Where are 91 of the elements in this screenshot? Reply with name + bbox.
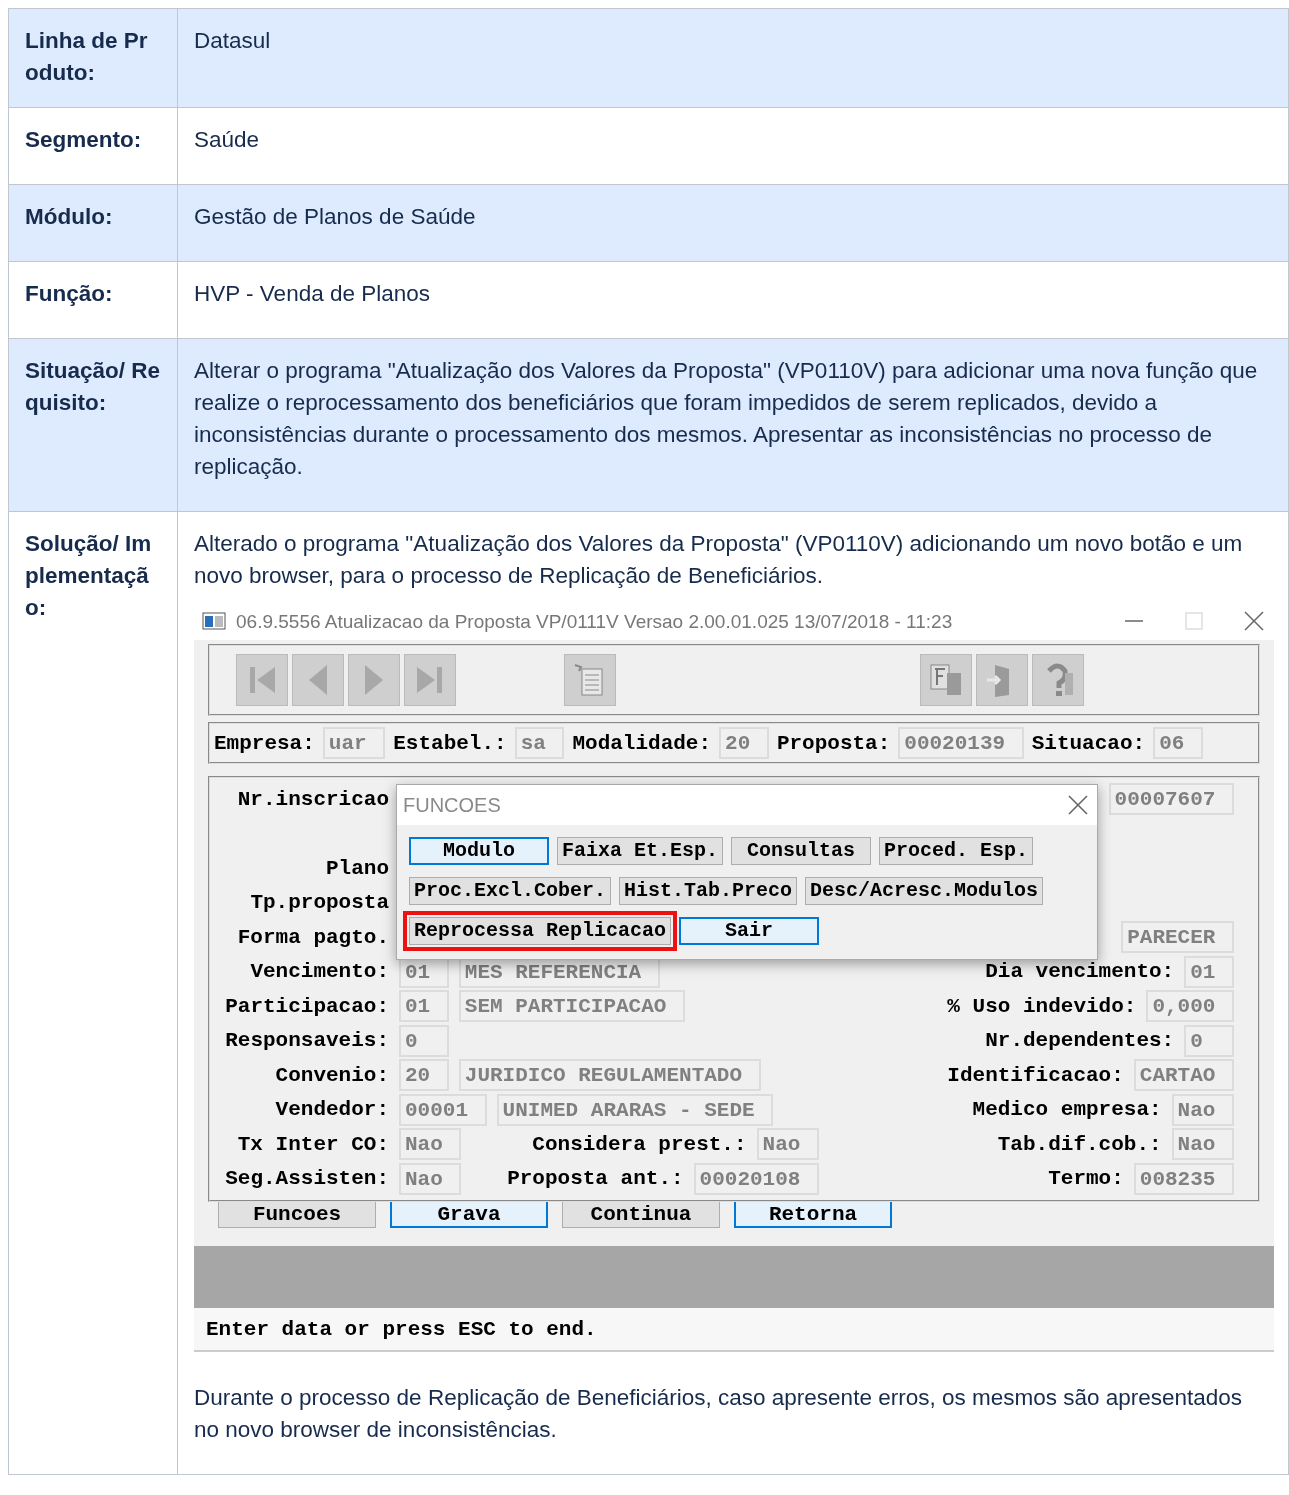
function-button[interactable]: Modulo xyxy=(409,837,549,865)
form-field[interactable]: 20 xyxy=(719,727,769,759)
form-field[interactable]: CARTAO xyxy=(1133,1059,1234,1092)
form-field[interactable]: Nao xyxy=(1171,1093,1234,1126)
field-label: Empresa: xyxy=(214,732,315,754)
field-label: Considera prest.: xyxy=(531,1133,747,1155)
function-button[interactable]: Hist.Tab.Preco xyxy=(619,877,798,905)
form-field[interactable]: 00020108 xyxy=(693,1162,819,1195)
description-text: Saúde xyxy=(194,126,261,154)
close-icon[interactable] xyxy=(1242,609,1266,633)
field-label: Modalidade: xyxy=(572,732,712,754)
field-label: Vendedor: xyxy=(274,1099,389,1121)
row-label: Função: xyxy=(25,280,114,308)
row-label: Situação/ Requisito: xyxy=(25,357,161,417)
description-text: Datasul xyxy=(194,27,272,55)
status-text: Enter data or press ESC to end. xyxy=(206,1318,597,1340)
last-record-icon[interactable] xyxy=(404,654,456,706)
form-field[interactable]: 06 xyxy=(1153,727,1203,759)
form-field[interactable]: SEM PARTICIPACAO xyxy=(458,990,686,1023)
description-text: Durante o processo de Replicação de Beneficiários, caso apresente erros, os mesmos são apresentados no novo browser de inconsistências. xyxy=(194,1384,1244,1444)
field-label: Dia vencimento: xyxy=(984,961,1175,983)
form-field[interactable]: uar xyxy=(322,727,386,759)
form-field[interactable]: JURIDICO REGULAMENTADO xyxy=(458,1059,761,1092)
action-button[interactable]: Retorna xyxy=(734,1200,892,1228)
form-field[interactable]: PARECER xyxy=(1121,921,1234,954)
form-field[interactable]: 0,000 xyxy=(1146,990,1234,1023)
function-button[interactable]: Proc.Excl.Cober. xyxy=(409,877,612,905)
action-button[interactable]: Funcoes xyxy=(218,1200,376,1228)
action-button[interactable]: Continua xyxy=(562,1200,720,1228)
field-label: Seg.Assisten: xyxy=(224,1168,389,1190)
dialog-title: FUNCOES xyxy=(403,795,502,815)
row-label: Solução/ Implementação: xyxy=(25,530,153,622)
field-label: Tab.dif.cob.: xyxy=(996,1133,1162,1155)
field-label: % Uso indevido: xyxy=(946,995,1137,1017)
function-button[interactable]: Sair xyxy=(679,917,820,945)
row-label: Segmento: xyxy=(25,126,143,154)
form-field[interactable]: 00020139 xyxy=(898,727,1024,759)
door-icon[interactable] xyxy=(976,654,1028,706)
form-field[interactable]: 00001 xyxy=(399,1093,487,1126)
letter-f-icon[interactable] xyxy=(920,654,972,706)
function-button[interactable]: Proced. Esp. xyxy=(879,837,1034,865)
field-label: Termo: xyxy=(1047,1168,1124,1190)
field-label: Situacao: xyxy=(1031,732,1146,754)
previous-icon[interactable] xyxy=(292,654,344,706)
form-field[interactable]: Nao xyxy=(399,1128,462,1161)
first-record-icon[interactable] xyxy=(236,654,288,706)
description-text: Gestão de Planos de Saúde xyxy=(194,203,477,231)
form-field[interactable]: Nao xyxy=(399,1162,462,1195)
close-icon[interactable] xyxy=(1067,794,1089,816)
form-field[interactable]: Nao xyxy=(1171,1128,1234,1161)
form-field[interactable]: Nao xyxy=(756,1128,819,1161)
form-field[interactable]: UNIMED ARARAS - SEDE xyxy=(496,1093,774,1126)
field-label: Medico empresa: xyxy=(971,1099,1162,1121)
maximize-icon[interactable] xyxy=(1182,609,1206,633)
form-field[interactable]: 01 xyxy=(1184,955,1234,988)
field-label: Tp.proposta xyxy=(249,892,389,914)
field-label: Estabel.: xyxy=(393,732,507,754)
next-icon[interactable] xyxy=(348,654,400,706)
function-button[interactable]: Desc/Acresc.Modulos xyxy=(805,877,1044,905)
field-label: Forma pagto. xyxy=(236,926,389,948)
form-field[interactable]: 0 xyxy=(1184,1024,1234,1057)
field-label: Proposta ant.: xyxy=(506,1168,684,1190)
form-field[interactable]: 0 xyxy=(399,1024,449,1057)
field-label: Participacao: xyxy=(224,995,389,1017)
form-field[interactable]: 01 xyxy=(399,990,449,1023)
action-button[interactable]: Grava xyxy=(390,1200,548,1228)
form-field[interactable]: 008235 xyxy=(1133,1162,1234,1195)
field-label: Tx Inter CO: xyxy=(236,1133,389,1155)
field-label: Responsaveis: xyxy=(224,1030,389,1052)
form-field[interactable]: sa xyxy=(514,727,565,759)
form-field[interactable]: 00007607 xyxy=(1108,783,1234,816)
row-label: Linha de Produto: xyxy=(25,27,149,87)
window-title: 06.9.5556 Atualizacao da Proposta VP/0111V Versao 2.00.01.025 13/07/2018 - 11:23 xyxy=(236,611,954,631)
field-label: Convenio: xyxy=(274,1064,389,1086)
help-icon[interactable] xyxy=(1032,654,1084,706)
field-label: Plano xyxy=(325,857,389,879)
description-text: HVP - Venda de Planos xyxy=(194,280,431,308)
description-text: Alterado o programa "Atualização dos Valores da Proposta" (VP0110V) adicionando um novo botão e um novo browser, para o processo de Replicação de Beneficiários. xyxy=(194,530,1244,590)
app-icon xyxy=(202,611,226,631)
function-button[interactable]: Faixa Et.Esp. xyxy=(557,837,724,865)
function-button[interactable]: Reprocessa Replicacao xyxy=(409,917,672,945)
field-label: Nr.inscricao xyxy=(236,788,389,810)
form-field[interactable]: 20 xyxy=(399,1059,449,1092)
field-label: Identificacao: xyxy=(946,1064,1124,1086)
field-label: Proposta: xyxy=(776,732,891,754)
row-label: Módulo: xyxy=(25,203,114,231)
description-text: Alterar o programa "Atualização dos Valores da Proposta" (VP0110V) para adicionar uma nova função que realize o reprocessamento dos beneficiários que foram impedidos de serem replicados, devido a inconsistências durante o processamento dos mesmos. Apresentar as inconsistências no processo de replicação. xyxy=(194,357,1259,481)
function-button[interactable]: Consultas xyxy=(731,837,872,865)
clipboard-icon[interactable] xyxy=(564,654,616,706)
field-label: Vencimento: xyxy=(249,961,389,983)
field-label: Nr.dependentes: xyxy=(984,1030,1175,1052)
